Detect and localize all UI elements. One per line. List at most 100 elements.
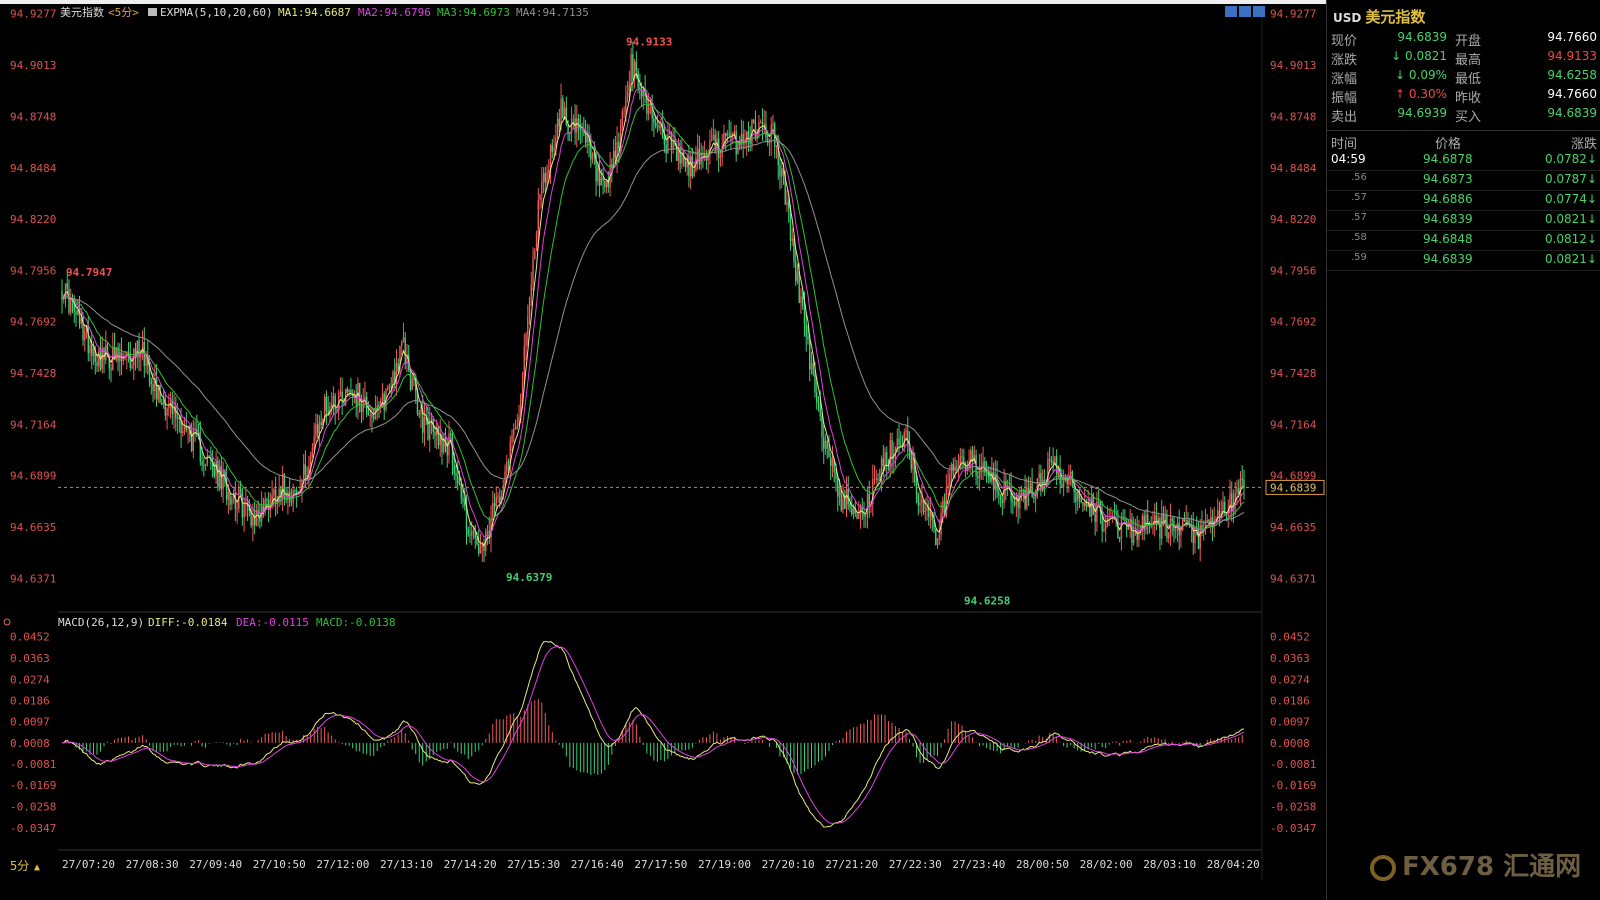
candle-body [213,468,216,477]
y-tick-label: 94.6635 [10,521,56,534]
candle-body [852,507,855,515]
candle-body [796,271,799,282]
candle-body [161,402,163,405]
high-marker: 94.9133 [626,36,672,49]
candle-body [541,181,543,195]
candle-body [348,389,350,392]
macd-tick-label: 0.0274 [10,673,50,686]
candle-body [1175,530,1177,532]
candle-body [849,504,851,508]
candle-body [1001,500,1004,504]
macd-tick-label: -0.0347 [1270,822,1316,835]
candle-body [229,492,231,505]
candle-body [243,503,245,518]
quote-value: 94.6939 [1397,106,1447,120]
period-label: <5分> [108,6,139,19]
y-tick-label: 94.7692 [1270,316,1316,329]
candle-body [618,141,620,149]
candle-body [497,496,499,498]
period-dropdown-icon[interactable]: ▲ [34,862,40,873]
macd-tick-label: 0.0008 [1270,737,1310,750]
candle-body [129,353,131,368]
candle-body [371,414,373,417]
candle-body [623,110,625,112]
y-tick-label: 94.7428 [1270,367,1316,380]
expma-icon[interactable] [148,8,157,16]
macd-dea-label: DEA:-0.0115 [236,616,309,629]
candle-body [1048,458,1051,461]
candle-body [453,465,455,473]
candle-body [744,143,746,145]
candle-body [851,507,853,515]
candle-body [1034,495,1037,499]
candle-body [1106,518,1109,525]
candle-body [714,134,716,149]
x-tick-label: 28/00:50 [1016,858,1069,871]
candle-body [318,422,321,434]
candle-body [294,490,296,492]
candle-body [532,258,534,285]
candle-body [817,402,820,405]
candle-body [957,464,960,467]
candle-body [313,436,315,448]
candle-body [810,363,813,370]
y-tick-label: 94.8748 [1270,110,1316,123]
ma2-label: MA2:94.6796 [358,6,431,19]
candle-body [96,361,98,367]
candle-body [625,97,627,111]
candle-body [802,296,804,307]
candle-body [812,363,814,375]
window-button-3[interactable] [1253,6,1265,17]
candle-body [1138,530,1140,540]
candle-body [486,530,489,532]
candle-body [535,233,538,251]
candle-body [917,495,919,506]
candle-body [998,491,1000,496]
y-tick-label: 94.8748 [10,110,56,123]
candle-body [921,499,923,503]
candle-body [457,475,459,484]
candle-body [478,543,480,554]
tick-price: 94.6848 [1423,232,1473,246]
candle-body [710,140,713,142]
window-button-2[interactable] [1239,6,1251,17]
macd-tick-label: 0.0186 [10,694,50,707]
candle-body [115,347,117,361]
macd-tick-label: 0.0363 [1270,652,1310,665]
candle-body [1217,510,1219,519]
window-button-1[interactable] [1225,6,1237,17]
candle-body [752,120,755,122]
candle-body [122,359,124,361]
candle-body [781,168,783,177]
candle-body [935,528,937,546]
chart-area[interactable]: 美元指数 <5分> EXPMA(5,10,20,60) MA1:94.6687 … [0,0,1326,900]
candle-body [656,125,659,127]
macd-tick-label: -0.0258 [1270,800,1316,813]
y-tick-label: 94.7428 [10,367,56,380]
candle-body [455,472,457,476]
period-button[interactable]: 5分 [10,859,29,873]
candle-body [919,502,921,506]
candle-body [437,426,440,446]
candle-body [838,489,841,497]
quote-label: 昨收 [1455,91,1482,106]
candle-body [281,474,284,498]
candle-body [978,468,981,479]
candle-body [1015,495,1018,505]
candle-body [956,466,958,468]
candle-body [1076,490,1079,502]
quote-value: 94.7660 [1547,30,1597,44]
candle-body [75,311,77,315]
quote-value: 94.6258 [1547,68,1597,82]
candle-body [926,506,928,511]
quote-name: 美元指数 [1365,8,1426,26]
candle-body [231,498,233,505]
candle-body [222,470,224,490]
candle-body [171,401,174,414]
candle-body [581,129,583,131]
candle-body [434,432,436,436]
candle-body [358,382,361,406]
candle-body [185,426,188,429]
candle-body [551,145,554,152]
macd-tick-label: 0.0274 [1270,673,1310,686]
